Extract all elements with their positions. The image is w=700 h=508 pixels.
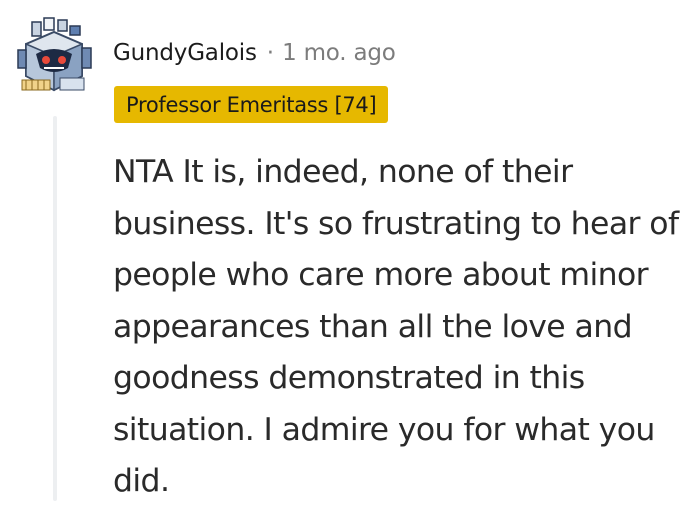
thread-collapse-line[interactable] — [53, 116, 57, 501]
comment: GundyGalois · 1 mo. ago Professor Emerit… — [0, 0, 700, 501]
robot-avatar-icon — [17, 17, 92, 92]
username-link[interactable]: GundyGalois — [113, 40, 257, 66]
meta-separator: · — [266, 40, 275, 66]
comment-meta: GundyGalois · 1 mo. ago — [113, 36, 396, 70]
comment-body: NTA It is, indeed, none of their busines… — [113, 154, 679, 499]
user-flair-badge: Professor Emeritass [74] — [114, 86, 389, 123]
user-avatar[interactable] — [14, 14, 96, 96]
comment-timestamp[interactable]: 1 mo. ago — [282, 40, 396, 66]
